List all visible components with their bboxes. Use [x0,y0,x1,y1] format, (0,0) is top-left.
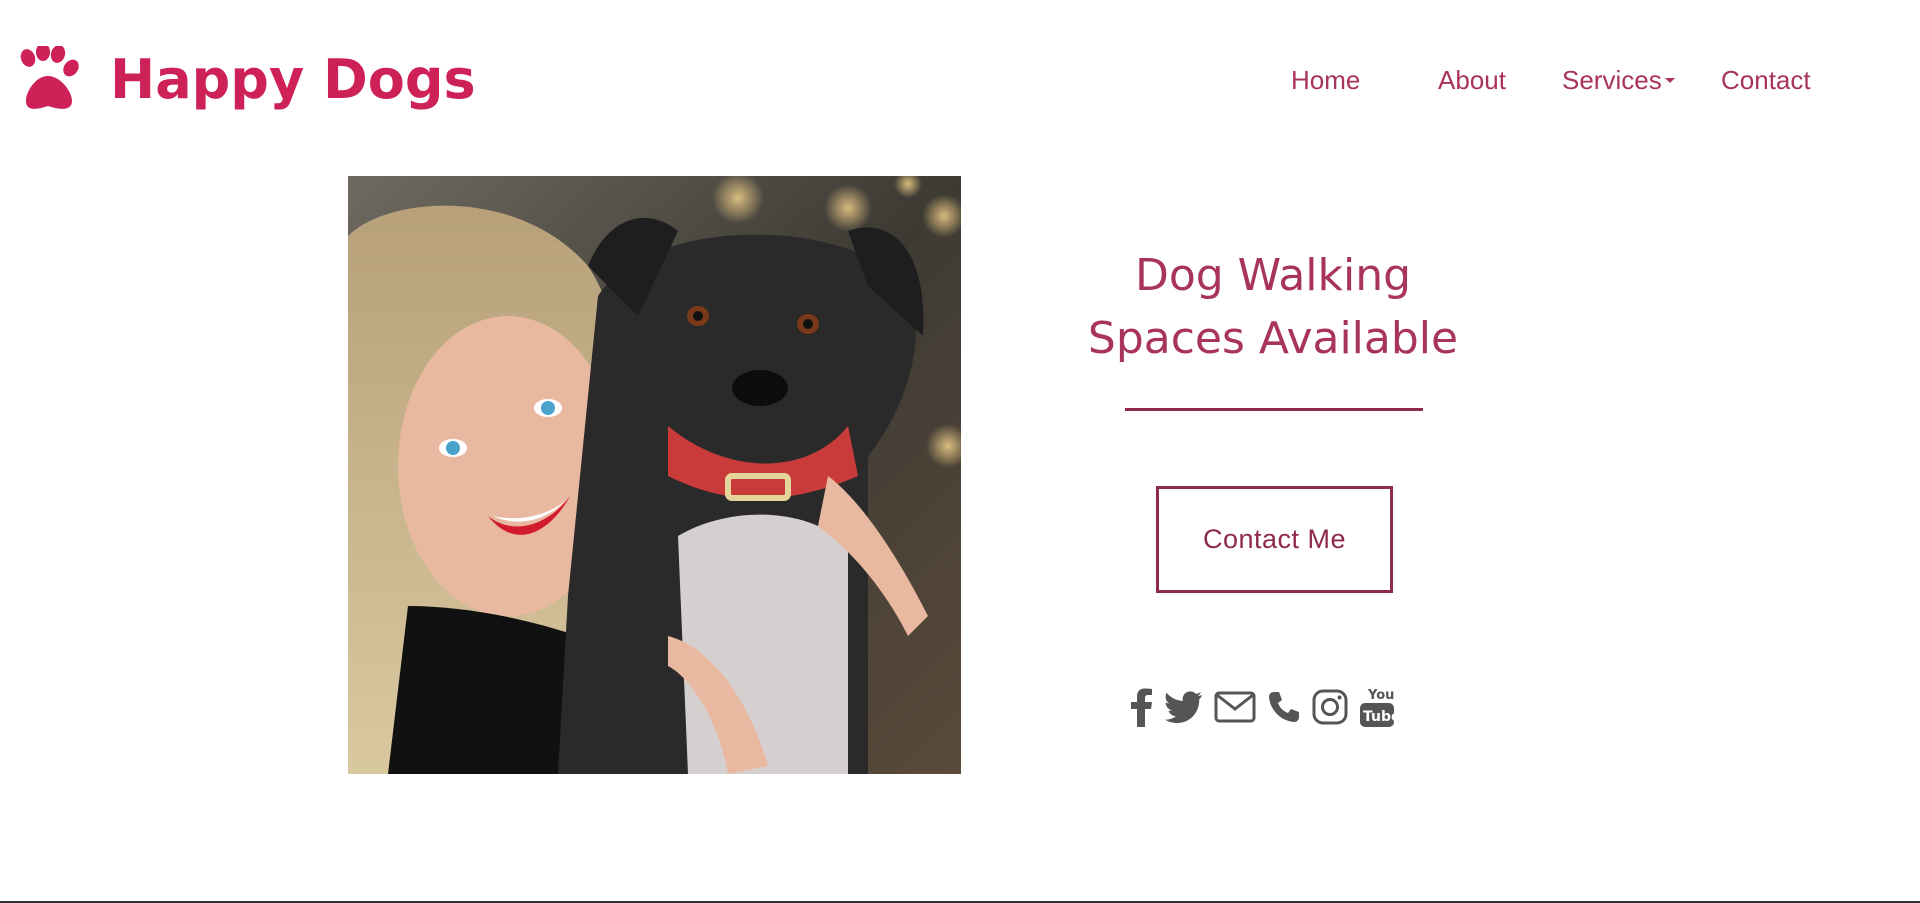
twitter-icon [1165,691,1202,723]
youtube-icon: You Tube [1360,688,1395,727]
hero-photo [348,176,961,774]
instagram-link[interactable] [1312,689,1348,725]
hero-headline: Dog Walking Spaces Available [1055,244,1491,370]
email-icon [1214,691,1256,723]
phone-icon [1269,692,1299,722]
instagram-icon [1312,689,1348,725]
nav-home[interactable]: Home [1291,62,1360,98]
youtube-link[interactable]: You Tube [1359,686,1395,728]
facebook-link[interactable] [1128,687,1154,727]
main-nav: Home About Services Contact [0,62,1920,102]
headline-divider [1125,408,1423,411]
chevron-down-icon [1664,77,1675,83]
social-links: You Tube [1128,684,1406,730]
facebook-icon [1131,688,1152,727]
nav-contact[interactable]: Contact [1721,62,1811,98]
headline-line-1: Dog Walking [1134,250,1412,301]
page: Happy Dogs Home About Services Contact D… [0,0,1920,903]
headline-line-2: Spaces Available [1087,313,1459,364]
nav-about[interactable]: About [1438,62,1506,98]
email-link[interactable] [1214,691,1256,723]
nav-services-label: Services [1562,65,1662,95]
twitter-link[interactable] [1165,691,1203,723]
phone-link[interactable] [1267,690,1301,724]
nav-services[interactable]: Services [1562,62,1675,98]
site-header: Happy Dogs Home About Services Contact [0,0,1920,160]
contact-me-button[interactable]: Contact Me [1156,486,1393,593]
youtube-text-top: You [1367,688,1394,703]
youtube-text-bottom: Tube [1363,709,1395,725]
